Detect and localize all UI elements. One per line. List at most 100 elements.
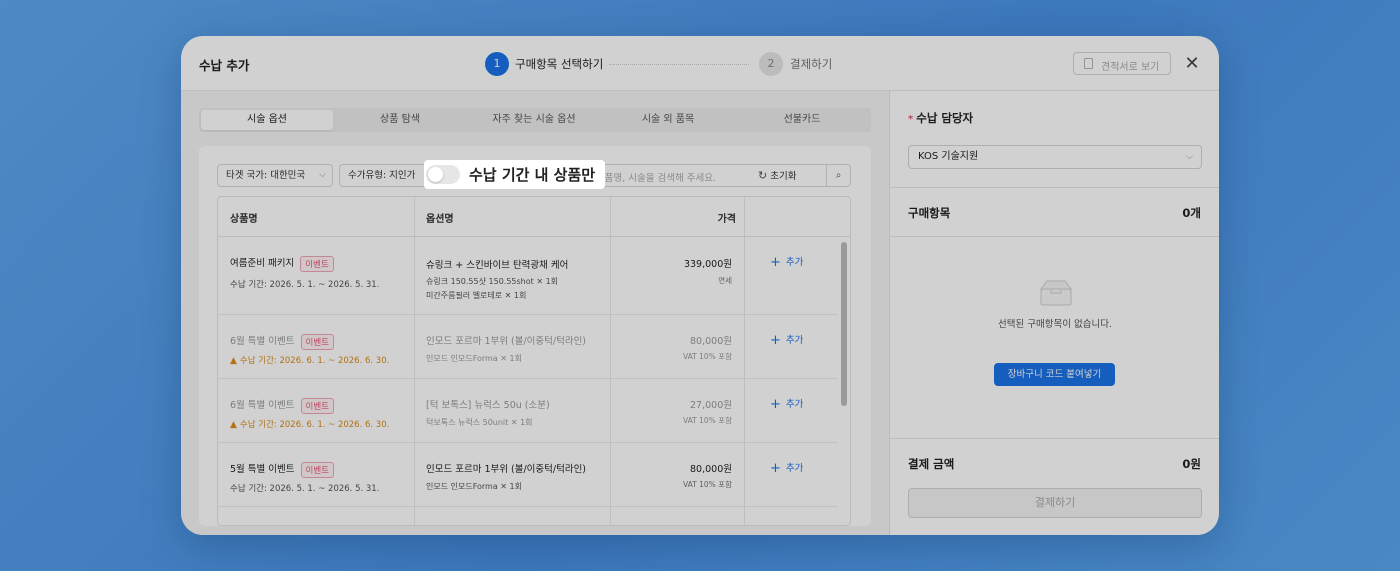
add-button[interactable]: + 추가 [770,396,803,412]
tab-prepaid-card[interactable]: 선불카드 [735,110,869,130]
manager-select[interactable]: KOS 기술지원 ⌵ [908,145,1202,169]
event-badge: 이벤트 [300,333,334,350]
manager-title: * 수납 담당자 [908,111,974,125]
option-name: 인모드 포르마 1부위 (볼/이중턱/턱라인) [426,336,587,347]
option-detail: 턱보톡스 뉴럭스 50unit ✕ 1회 [426,418,533,427]
divider [890,438,1219,439]
table-row: 5월 특별 이벤트 이벤트 수납 기간: 2026. 5. 1. ~ 2026. … [218,443,838,507]
option-detail: 인모드 인모드Forma ✕ 1회 [426,354,522,363]
scrollbar[interactable] [840,241,848,525]
total-amount: 0원 [1182,457,1201,471]
sale-period: ▲ 수납 기간: 2026. 6. 1. ~ 2026. 6. 30. [230,420,390,430]
scrollbar-thumb[interactable] [841,242,847,406]
header-price: 가격 [717,214,736,225]
manager-value: KOS 기술지원 [918,151,979,162]
divider [890,187,1219,188]
tab-frequent-options[interactable]: 자주 찾는 시술 옵션 [467,110,601,130]
product-name: 6월 특별 이벤트 이벤트 [230,333,334,350]
summary-pane: * 수납 담당자 KOS 기술지원 ⌵ 구매항목 0개 선택된 구매항목이 없습니… [889,91,1219,535]
plus-icon: + [770,333,781,348]
toggle-label: 수납 기간 내 상품만 [469,166,596,184]
paste-cart-code-button[interactable]: 장바구니 코드 붙여넣기 [994,363,1115,386]
country-filter-label: 타겟 국가: 대한민국 [226,170,306,181]
step-1-indicator: 1 [485,52,509,76]
search-box: 상품명, 시술을 검색해 주세요. ↻ 초기화 ⌕ [587,164,851,187]
period-filter-toggle[interactable]: 수납 기간 내 상품만 [424,160,605,189]
add-payment-modal: 수납 추가 1 구매항목 선택하기 2 결제하기 견적서로 보기 ✕ 시술 옵션… [181,36,1219,535]
pay-button[interactable]: 결제하기 [908,488,1202,518]
product-name: 5월 특별 이벤트 이벤트 [230,461,334,478]
toggle-switch[interactable] [426,165,460,184]
product-name: 6월 특별 이벤트 이벤트 [230,397,334,414]
tax-note: VAT 10% 포함 [682,352,732,361]
event-badge: 이벤트 [300,255,334,272]
option-name: 인모드 포르마 1부위 (볼/이중턱/턱라인) [426,464,587,475]
toggle-knob [428,167,443,182]
reset-label: 초기화 [770,171,797,182]
items-count: 0개 [1182,206,1201,220]
table-header: 상품명 옵션명 가격 [218,197,850,237]
option-name: 슈링크 + 스킨바이브 탄력광채 케어 [426,260,569,271]
plus-icon: + [770,397,781,412]
search-input[interactable]: 상품명, 시술을 검색해 주세요. [596,170,716,184]
tab-product-browse[interactable]: 상품 탐색 [333,110,467,130]
options-panel: 타겟 국가: 대한민국 ⌵ 수가유형: 지인가 상품명, 시술을 검색해 주세요… [199,146,871,526]
header-option: 옵션명 [426,214,454,225]
step-2-label: 결제하기 [790,57,833,71]
table-row: 6월 특별 이벤트 이벤트 ▲ 수납 기간: 2026. 6. 1. ~ 2026.… [218,379,838,443]
option-detail: 미간주름필러 벨로테로 ✕ 1회 [426,291,527,300]
category-tabs: 시술 옵션 상품 탐색 자주 찾는 시술 옵션 시술 외 품목 선불카드 [199,108,871,132]
warning-icon: ▲ [230,420,237,430]
divider [890,236,1219,237]
close-icon[interactable]: ✕ [1181,53,1203,75]
plus-icon: + [770,255,781,270]
option-detail: 슈링크 150.55샷 150.55shot ✕ 1회 [426,277,559,286]
items-title: 구매항목 [908,206,951,220]
reset-button[interactable]: ↻ 초기화 [758,165,818,186]
option-price: 339,000원 [683,259,732,270]
empty-box-icon [1040,280,1072,306]
event-badge: 이벤트 [300,461,334,478]
view-quote-label: 견적서로 보기 [1101,62,1160,73]
option-name: [턱 보톡스] 뉴럭스 50u (소분) [426,400,550,411]
sale-period: 수납 기간: 2026. 5. 1. ~ 2026. 5. 31. [230,280,380,290]
plus-icon: + [770,461,781,476]
tab-procedure-options[interactable]: 시술 옵션 [201,110,333,130]
warning-icon: ▲ [230,356,237,366]
modal-header: 수납 추가 1 구매항목 선택하기 2 결제하기 견적서로 보기 ✕ [181,36,1219,91]
required-mark: * [908,114,914,125]
table-row: 여름준비 패키지 이벤트 수납 기간: 2026. 5. 1. ~ 2026. 5… [218,237,838,315]
event-badge: 이벤트 [300,397,334,414]
option-price: 27,000원 [690,400,732,411]
search-icon[interactable]: ⌕ [826,165,850,186]
tax-note: VAT 10% 포함 [682,416,732,425]
country-filter[interactable]: 타겟 국가: 대한민국 ⌵ [217,164,333,187]
option-price: 80,000원 [690,464,732,475]
option-detail: 인모드 인모드Forma ✕ 1회 [426,482,522,491]
step-connector [609,64,749,65]
add-button[interactable]: + 추가 [770,332,803,348]
product-selection-pane: 시술 옵션 상품 탐색 자주 찾는 시술 옵션 시술 외 품목 선불카드 타겟 … [181,91,889,535]
step-1-label: 구매항목 선택하기 [515,57,604,71]
add-button[interactable]: + 추가 [770,460,803,476]
sale-period: 수납 기간: 2026. 5. 1. ~ 2026. 5. 31. [230,484,380,494]
view-quote-button[interactable]: 견적서로 보기 [1073,52,1171,75]
empty-items-message: 선택된 구매항목이 없습니다. [998,319,1112,330]
tab-non-procedure-items[interactable]: 시술 외 품목 [601,110,735,130]
step-2-indicator: 2 [759,52,783,76]
modal-title: 수납 추가 [199,58,250,73]
option-price: 80,000원 [690,336,732,347]
tax-note: 면세 [718,276,732,285]
header-product: 상품명 [230,214,258,225]
refresh-icon: ↻ [758,169,768,182]
chevron-down-icon: ⌵ [1186,152,1193,162]
table-row: 6월 특별 이벤트 이벤트 ▲ 수납 기간: 2026. 6. 1. ~ 2026.… [218,315,838,379]
price-type-filter-label: 수가유형: 지인가 [348,170,416,181]
add-button[interactable]: + 추가 [770,254,803,270]
tax-note: VAT 10% 포함 [682,480,732,489]
options-table: 상품명 옵션명 가격 여름준비 패키지 이벤트 수납 기간: 2026. 5. 1… [217,196,851,526]
total-title: 결제 금액 [908,457,955,471]
product-name: 여름준비 패키지 이벤트 [230,255,334,272]
chevron-down-icon: ⌵ [319,170,326,180]
sale-period: ▲ 수납 기간: 2026. 6. 1. ~ 2026. 6. 30. [230,356,390,366]
